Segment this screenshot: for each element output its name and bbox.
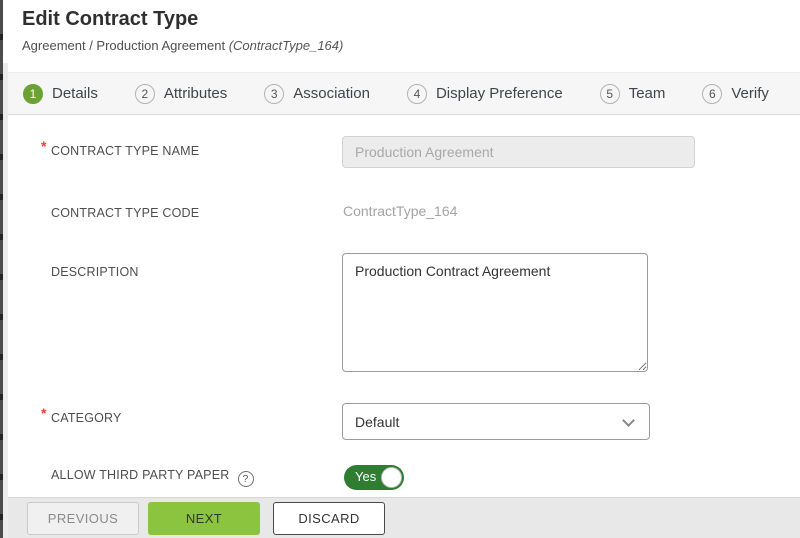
step-1-circle: 1 xyxy=(23,84,43,104)
toggle-knob xyxy=(381,467,402,488)
contract-type-name-input[interactable] xyxy=(342,136,695,168)
contract-type-name-label: CONTRACT TYPE NAME xyxy=(51,144,199,158)
required-asterisk: * xyxy=(41,405,51,421)
question-circle-icon[interactable]: ? xyxy=(238,471,254,487)
wizard-footer: PREVIOUS NEXT DISCARD xyxy=(8,497,800,538)
breadcrumb-path: Agreement / Production Agreement xyxy=(22,38,225,53)
step-3-circle: 3 xyxy=(264,84,284,104)
step-5-circle: 5 xyxy=(600,84,620,104)
category-label: CATEGORY xyxy=(51,411,122,425)
edit-contract-type-page: Edit Contract Type Agreement / Productio… xyxy=(0,0,800,538)
wizard-step-bar: 1 Details 2 Attributes 3 Association 4 D… xyxy=(8,72,800,115)
category-select[interactable]: Default xyxy=(342,403,650,440)
step-1-label: Details xyxy=(52,85,98,102)
tab-attributes[interactable]: 2 Attributes xyxy=(135,84,227,104)
page-title: Edit Contract Type xyxy=(22,8,198,31)
step-6-circle: 6 xyxy=(702,84,722,104)
step-3-label: Association xyxy=(293,85,370,102)
required-asterisk: * xyxy=(41,138,51,154)
step-4-circle: 4 xyxy=(407,84,427,104)
contract-type-code-label: CONTRACT TYPE CODE xyxy=(51,206,199,220)
chevron-down-icon xyxy=(622,414,635,427)
tab-association[interactable]: 3 Association xyxy=(264,84,370,104)
description-label: DESCRIPTION xyxy=(51,265,139,279)
step-2-label: Attributes xyxy=(164,85,227,102)
next-button[interactable]: NEXT xyxy=(148,502,260,535)
tab-details[interactable]: 1 Details xyxy=(23,84,98,104)
breadcrumb-code: (ContractType_164) xyxy=(229,38,344,53)
step-6-label: Verify xyxy=(731,85,769,102)
category-selected-value: Default xyxy=(355,414,399,430)
step-4-label: Display Preference xyxy=(436,85,563,102)
allow-third-party-paper-label: ALLOW THIRD PARTY PAPER? xyxy=(51,468,254,487)
step-2-circle: 2 xyxy=(135,84,155,104)
description-textarea[interactable]: Production Contract Agreement xyxy=(342,253,648,372)
tab-team[interactable]: 5 Team xyxy=(600,84,666,104)
breadcrumb: Agreement / Production Agreement (Contra… xyxy=(22,38,343,53)
tab-verify[interactable]: 6 Verify xyxy=(702,84,769,104)
tab-display-preference[interactable]: 4 Display Preference xyxy=(407,84,563,104)
toggle-on-label: Yes xyxy=(355,469,376,484)
allow-third-party-paper-toggle[interactable]: Yes xyxy=(344,465,404,490)
left-edge-gutter xyxy=(3,63,8,538)
contract-type-code-value: ContractType_164 xyxy=(343,203,457,219)
previous-button[interactable]: PREVIOUS xyxy=(27,502,139,535)
step-5-label: Team xyxy=(629,85,666,102)
discard-button[interactable]: DISCARD xyxy=(273,502,385,535)
